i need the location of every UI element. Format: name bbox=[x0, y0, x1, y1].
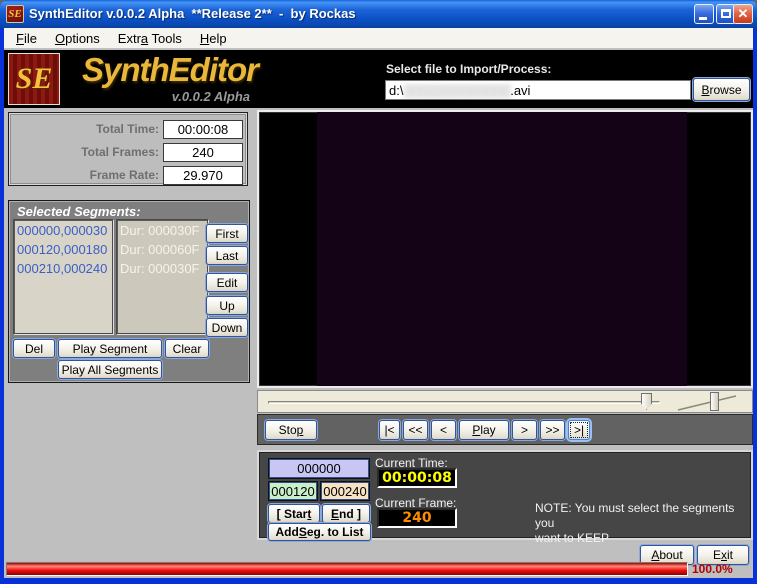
progress-bar bbox=[6, 562, 688, 576]
file-path-masked: ▒▒▒▒▒▒▒▒▒▒▒▒▒ bbox=[403, 83, 510, 98]
list-item[interactable]: Dur: 000060F bbox=[120, 240, 204, 259]
menu-file[interactable]: File bbox=[7, 29, 46, 48]
progress-bar-fill bbox=[7, 563, 687, 575]
file-path-input[interactable]: d:\▒▒▒▒▒▒▒▒▒▒▒▒▒.avi bbox=[385, 80, 691, 100]
start-frame-field[interactable]: 000120 bbox=[269, 482, 317, 500]
current-time-display: 00:00:08 bbox=[377, 468, 457, 488]
progress-percent: 100.0% bbox=[692, 562, 733, 576]
seek-strip bbox=[257, 390, 753, 413]
total-time-label: Total Time: bbox=[96, 122, 159, 137]
browse-button[interactable]: Browse bbox=[693, 78, 750, 101]
play-button[interactable]: Play bbox=[459, 420, 509, 440]
end-frame-field[interactable]: 000240 bbox=[321, 482, 369, 500]
app-version: v.0.0.2 Alpha bbox=[104, 89, 250, 104]
list-item[interactable]: Dur: 000030F bbox=[120, 221, 204, 240]
go-end-button[interactable]: >| bbox=[568, 420, 590, 440]
seek-slider-track[interactable] bbox=[268, 401, 660, 404]
full-range-field[interactable]: 000000 bbox=[269, 459, 369, 478]
menu-extra-tools[interactable]: Extra Tools bbox=[109, 29, 191, 48]
go-start-button[interactable]: |< bbox=[379, 420, 400, 440]
step-forward-button[interactable]: > bbox=[512, 420, 537, 440]
app-logo: SE bbox=[8, 53, 60, 105]
note-line-2: want to KEEP bbox=[535, 531, 753, 546]
total-frames-value: 240 bbox=[163, 143, 243, 162]
menu-help[interactable]: Help bbox=[191, 29, 236, 48]
clear-button[interactable]: Clear bbox=[165, 339, 209, 358]
mark-end-button[interactable]: End ] bbox=[322, 504, 370, 523]
app-icon: SE bbox=[6, 5, 24, 23]
volume-slider-thumb[interactable] bbox=[710, 392, 719, 411]
menu-bar: File Options Extra Tools Help bbox=[4, 28, 753, 48]
mark-start-button[interactable]: [ Start bbox=[268, 504, 320, 523]
frame-rate-label: Frame Rate: bbox=[90, 168, 159, 183]
file-select-label: Select file to Import/Process: bbox=[386, 62, 551, 76]
frame-rate-value: 29.970 bbox=[163, 166, 243, 185]
segment-controls-panel: 000000 000120 000240 [ Start End ] Add S… bbox=[257, 450, 753, 540]
segments-duration-list[interactable]: Dur: 000030F Dur: 000060F Dur: 000030F bbox=[116, 219, 208, 334]
note-line-1: NOTE: You must select the segments you bbox=[535, 501, 753, 531]
current-frame-display: 240 bbox=[377, 508, 457, 528]
volume-wedge-icon bbox=[676, 393, 738, 412]
info-row-total-frames: Total Frames: 240 bbox=[9, 143, 245, 162]
close-icon: ✕ bbox=[738, 6, 749, 21]
selected-segments-title: Selected Segments: bbox=[17, 204, 141, 220]
client-area: SE SynthEditor v.0.0.2 Alpha Select file… bbox=[4, 48, 753, 578]
file-path-suffix: .avi bbox=[510, 83, 530, 98]
selected-segments-panel: Selected Segments: 000000,000030 000120,… bbox=[8, 200, 250, 383]
stop-button[interactable]: Stop bbox=[265, 420, 317, 440]
video-frame bbox=[317, 112, 687, 386]
info-row-frame-rate: Frame Rate: 29.970 bbox=[9, 166, 245, 185]
list-item[interactable]: 000000,000030 bbox=[17, 221, 109, 240]
up-button[interactable]: Up bbox=[206, 296, 248, 315]
close-button[interactable]: ✕ bbox=[733, 4, 753, 24]
edit-button[interactable]: Edit bbox=[206, 273, 248, 292]
play-segment-button[interactable]: Play Segment bbox=[58, 339, 162, 358]
title-bar[interactable]: SE SynthEditor v.0.0.2 Alpha **Release 2… bbox=[0, 0, 757, 28]
transport-bar: Stop |< << < Play > >> >| bbox=[257, 414, 753, 445]
file-path-prefix: d:\ bbox=[389, 83, 403, 98]
app-name: SynthEditor bbox=[82, 51, 258, 89]
window-title: SynthEditor v.0.0.2 Alpha **Release 2** … bbox=[29, 5, 356, 23]
header-banner: SE SynthEditor v.0.0.2 Alpha Select file… bbox=[4, 50, 753, 108]
info-row-total-time: Total Time: 00:00:08 bbox=[9, 120, 245, 139]
minimize-icon bbox=[699, 17, 707, 20]
total-time-value: 00:00:08 bbox=[163, 120, 243, 139]
file-info-panel: Total Time: 00:00:08 Total Frames: 240 F… bbox=[8, 112, 248, 186]
minimize-button[interactable] bbox=[694, 4, 714, 24]
list-item[interactable]: 000210,000240 bbox=[17, 259, 109, 278]
first-button[interactable]: First bbox=[206, 224, 248, 243]
add-segment-button[interactable]: Add Seg. to List bbox=[268, 523, 371, 541]
down-button[interactable]: Down bbox=[206, 318, 248, 337]
step-back-button[interactable]: < bbox=[431, 420, 456, 440]
list-item[interactable]: 000120,000180 bbox=[17, 240, 109, 259]
app-window: SE SynthEditor v.0.0.2 Alpha **Release 2… bbox=[0, 0, 757, 584]
menu-options[interactable]: Options bbox=[46, 29, 109, 48]
note-text: NOTE: You must select the segments you w… bbox=[535, 501, 753, 546]
del-button[interactable]: Del bbox=[13, 339, 55, 358]
total-frames-label: Total Frames: bbox=[81, 145, 159, 160]
list-item[interactable]: Dur: 000030F bbox=[120, 259, 204, 278]
last-button[interactable]: Last bbox=[206, 246, 248, 265]
segments-range-list[interactable]: 000000,000030 000120,000180 000210,00024… bbox=[13, 219, 113, 334]
maximize-icon bbox=[721, 9, 731, 18]
fast-forward-button[interactable]: >> bbox=[540, 420, 565, 440]
rewind-button[interactable]: << bbox=[403, 420, 428, 440]
video-preview bbox=[257, 110, 753, 388]
play-all-segments-button[interactable]: Play All Segments bbox=[58, 360, 162, 379]
seek-slider-thumb[interactable] bbox=[641, 393, 652, 410]
